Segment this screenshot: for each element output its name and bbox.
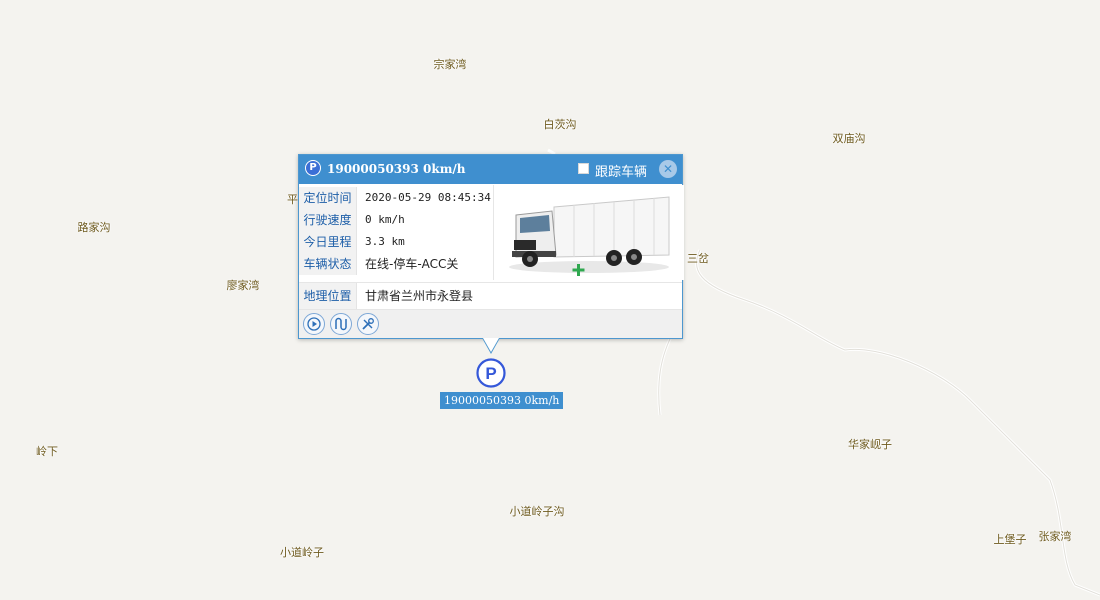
close-icon[interactable]: ✕ [659, 160, 677, 178]
popup-pointer-inner [483, 338, 499, 352]
info-row-value: 0 km/h [365, 213, 405, 226]
place-label: 三岔 [687, 252, 709, 265]
info-row-value: 2020-05-29 08:45:34 [365, 191, 491, 204]
popup-header: P 19000050393 0km/h 跟踪车辆 ✕ [299, 155, 682, 184]
location-label: 地理位置 [299, 283, 357, 309]
info-row-label: 车辆状态 [299, 253, 357, 275]
location-row: 地理位置 甘肃省兰州市永登县 [299, 282, 682, 310]
place-label: 小道岭子沟 [509, 505, 565, 518]
parking-icon[interactable]: P [476, 358, 506, 388]
vehicle-marker-label[interactable]: 19000050393 0km/h [440, 392, 564, 409]
place-label: 小道岭子 [280, 546, 324, 559]
track-vehicle-label[interactable]: 跟踪车辆 [595, 161, 647, 180]
popup-title: 19000050393 0km/h [327, 162, 466, 176]
play-icon[interactable] [303, 313, 325, 335]
info-row-value: 在线-停车-ACC关 [365, 257, 459, 271]
popup-toolbar [299, 310, 682, 338]
info-row-mileage: 今日里程 3.3 km [299, 231, 494, 253]
vehicle-info-popup: P 19000050393 0km/h 跟踪车辆 ✕ 定位时间 2020-05-… [298, 154, 684, 339]
info-row-speed: 行驶速度 0 km/h [299, 209, 494, 231]
parking-icon: P [305, 160, 321, 176]
place-label: 上堡子 [993, 533, 1027, 546]
track-path-icon[interactable] [330, 313, 352, 335]
svg-text:P: P [485, 364, 496, 383]
vehicle-photo [493, 185, 684, 280]
place-label: 路家沟 [77, 221, 111, 234]
info-row-status: 车辆状态 在线-停车-ACC关 [299, 253, 494, 275]
info-row-time: 定位时间 2020-05-29 08:45:34 [299, 187, 494, 209]
info-row-label: 定位时间 [299, 187, 357, 209]
location-value: 甘肃省兰州市永登县 [365, 289, 474, 303]
info-row-value: 3.3 km [365, 235, 405, 248]
tools-icon[interactable] [357, 313, 379, 335]
place-label: 岭下 [36, 445, 58, 458]
place-label: 宗家湾 [433, 58, 467, 71]
place-label: 廖家湾 [226, 279, 260, 292]
place-label: 华家岘子 [848, 438, 892, 451]
track-vehicle-checkbox[interactable] [578, 163, 589, 174]
place-label: 张家湾 [1038, 530, 1072, 543]
place-label: 双庙沟 [832, 132, 866, 145]
info-row-label: 今日里程 [299, 231, 357, 253]
info-row-label: 行驶速度 [299, 209, 357, 231]
place-label: 白茨沟 [543, 118, 577, 131]
